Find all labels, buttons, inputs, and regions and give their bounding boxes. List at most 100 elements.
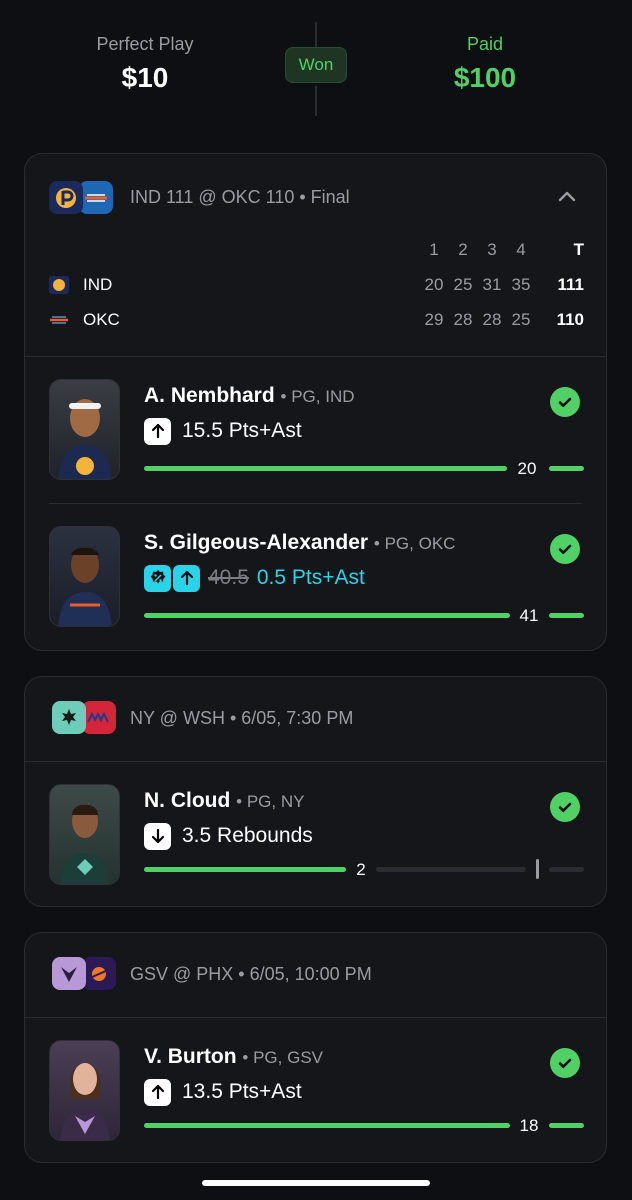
arrow-up-icon <box>173 564 200 592</box>
liberty-logo <box>52 701 86 734</box>
progress-bar-remaining <box>376 867 526 872</box>
game-title: NY @ WSH • 6/05, 7:30 PM <box>130 708 354 728</box>
valkyries-logo <box>52 957 86 990</box>
game-header[interactable]: IND 111 @ OKC 110 • Final <box>25 154 606 238</box>
game-card: GSV @ PHX • 6/05, 10:00 PM V. Burton • P… <box>24 932 607 1163</box>
original-line: 40.5 <box>208 566 249 589</box>
player-name: S. Gilgeous-Alexander <box>144 531 369 554</box>
player-meta: • PG, NY <box>236 792 305 811</box>
actual-value: 20 <box>517 459 537 478</box>
progress-bar-tail <box>549 867 584 872</box>
projection-text: 3.5 Rebounds <box>182 824 313 847</box>
player-name: N. Cloud <box>144 789 231 812</box>
actual-value: 2 <box>356 860 366 879</box>
player-name: V. Burton <box>144 1045 237 1068</box>
projection-line: 40.5 0.5 Pts+Ast <box>144 564 365 592</box>
game-header[interactable]: NY @ WSH • 6/05, 7:30 PM <box>25 677 606 761</box>
player-name-line: S. Gilgeous-Alexander • PG, OKC <box>144 530 455 557</box>
pick-row[interactable]: V. Burton • PG, GSV 13.5 Pts+Ast 18 <box>25 1018 606 1164</box>
divider-line <box>315 86 317 116</box>
home-indicator[interactable] <box>202 1180 430 1186</box>
promo-percent-icon <box>144 564 171 592</box>
pacers-logo <box>49 181 83 214</box>
pick-row[interactable]: A. Nembhard • PG, IND 15.5 Pts+Ast 20 <box>25 357 606 503</box>
team-abbr: OKC <box>83 310 120 329</box>
progress-bar-tail <box>549 1123 584 1128</box>
player-meta: • PG, GSV <box>242 1048 323 1067</box>
quarter-score: 20 <box>424 275 444 294</box>
entry-summary: Perfect Play $10 <box>45 34 245 94</box>
play-type-label: Perfect Play <box>96 34 194 54</box>
entry-amount: $10 <box>121 62 169 93</box>
chevron-up-icon[interactable] <box>556 186 578 208</box>
quarter-header: 4 <box>516 240 526 259</box>
quarter-score: 31 <box>482 275 502 294</box>
player-headshot <box>49 1040 120 1141</box>
checkmark-icon <box>550 387 580 417</box>
mystics-logo <box>82 701 116 734</box>
projection-line: 3.5 Rebounds <box>144 822 313 850</box>
total-score: 110 <box>556 310 584 329</box>
checkmark-icon <box>550 534 580 564</box>
projection-line: 15.5 Pts+Ast <box>144 417 302 445</box>
quarter-score: 25 <box>453 275 473 294</box>
checkmark-icon <box>550 792 580 822</box>
progress-bar-tail <box>549 613 584 618</box>
quarter-header: 3 <box>487 240 497 259</box>
team-abbr: IND <box>83 275 113 294</box>
player-name-line: V. Burton • PG, GSV <box>144 1044 323 1071</box>
checkmark-icon <box>550 1048 580 1078</box>
arrow-up-icon <box>144 1078 171 1106</box>
quarter-score: 28 <box>482 310 502 329</box>
progress-bar <box>144 1123 510 1128</box>
thunder-logo <box>79 181 113 214</box>
divider-line <box>315 22 317 48</box>
player-headshot <box>49 526 120 627</box>
arrow-up-icon <box>144 417 171 445</box>
progress-bar <box>144 867 346 872</box>
quarter-score: 29 <box>424 310 444 329</box>
thunder-logo <box>50 316 68 324</box>
player-name: A. Nembhard <box>144 384 275 407</box>
player-meta: • PG, OKC <box>373 534 456 553</box>
box-score-header: 1 2 3 4 T <box>25 239 606 261</box>
player-name-line: A. Nembhard • PG, IND <box>144 383 355 410</box>
line-marker <box>536 859 539 879</box>
game-header[interactable]: GSV @ PHX • 6/05, 10:00 PM <box>25 933 606 1017</box>
total-header: T <box>573 240 584 259</box>
box-score-row: OKC 29 28 28 25 110 <box>25 309 606 331</box>
box-score: 1 2 3 4 T IND 20 25 31 35 111 OKC 29 28 … <box>25 238 606 356</box>
quarter-score: 35 <box>511 275 531 294</box>
player-headshot <box>49 784 120 885</box>
pick-row[interactable]: S. Gilgeous-Alexander • PG, OKC 40.5 0.5… <box>25 504 606 650</box>
status-badge: Won <box>285 47 347 83</box>
header: Perfect Play $10 Won Paid $100 <box>0 0 632 130</box>
arrow-down-icon <box>144 822 171 850</box>
game-title: IND 111 @ OKC 110 • Final <box>130 187 350 207</box>
mercury-logo <box>82 957 116 990</box>
projection-text: 13.5 Pts+Ast <box>182 1080 302 1103</box>
pacers-logo <box>49 276 69 294</box>
quarter-score: 28 <box>453 310 473 329</box>
projection-text: 15.5 Pts+Ast <box>182 419 302 442</box>
quarter-header: 2 <box>458 240 468 259</box>
actual-value: 18 <box>519 1116 539 1135</box>
actual-value: 41 <box>519 606 539 625</box>
total-score: 111 <box>557 275 585 294</box>
player-meta: • PG, IND <box>280 387 355 406</box>
projection-line: 13.5 Pts+Ast <box>144 1078 302 1106</box>
game-card: NY @ WSH • 6/05, 7:30 PM N. Cloud • PG, … <box>24 676 607 907</box>
player-name-line: N. Cloud • PG, NY <box>144 788 304 815</box>
box-score-row: IND 20 25 31 35 111 <box>25 274 606 296</box>
game-title: GSV @ PHX • 6/05, 10:00 PM <box>130 964 372 984</box>
paid-amount: $100 <box>453 62 517 93</box>
progress-bar <box>144 466 507 471</box>
progress-bar-tail <box>549 466 584 471</box>
quarter-score: 25 <box>511 310 531 329</box>
quarter-header: 1 <box>429 240 439 259</box>
payout-summary: Paid $100 <box>385 34 585 94</box>
game-card: IND 111 @ OKC 110 • Final 1 2 3 4 T IND … <box>24 153 607 651</box>
pick-row[interactable]: N. Cloud • PG, NY 3.5 Rebounds 2 <box>25 762 606 908</box>
projection-text: 0.5 Pts+Ast <box>256 566 365 589</box>
progress-bar <box>144 613 510 618</box>
